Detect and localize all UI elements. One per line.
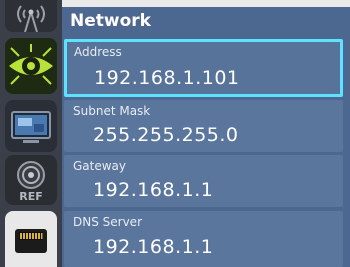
sidebar-item-network[interactable] xyxy=(5,211,57,267)
address-label: Address xyxy=(74,45,122,59)
address-value: 192.168.1.101 xyxy=(94,67,240,89)
antenna-icon xyxy=(17,5,45,32)
sidebar-item-antenna[interactable] xyxy=(5,0,57,32)
gateway-value: 192.168.1.1 xyxy=(93,179,214,201)
subnet-mask-label: Subnet Mask xyxy=(73,104,151,118)
subnet-mask-value: 255.255.255.0 xyxy=(93,124,239,146)
subnet-mask-field[interactable]: Subnet Mask 255.255.255.0 xyxy=(64,100,343,152)
ref-sensor-icon: REF xyxy=(17,161,45,203)
sidebar-item-display[interactable] xyxy=(5,100,57,152)
gateway-label: Gateway xyxy=(73,159,127,173)
sidebar-item-ref[interactable]: REF xyxy=(5,155,57,205)
display-icon xyxy=(11,111,51,143)
gateway-field[interactable]: Gateway 192.168.1.1 xyxy=(64,155,343,207)
ethernet-icon xyxy=(15,229,47,253)
ref-label: REF xyxy=(19,190,43,203)
sidebar-item-eye[interactable] xyxy=(5,38,57,94)
dns-server-field[interactable]: DNS Server 192.168.1.1 xyxy=(64,211,343,267)
address-field[interactable]: Address 192.168.1.101 xyxy=(64,39,343,97)
dns-server-value: 192.168.1.1 xyxy=(93,236,214,258)
network-panel: Network Address 192.168.1.101 Subnet Mas… xyxy=(62,7,350,267)
sidebar: REF xyxy=(0,0,62,267)
page-title: Network xyxy=(70,11,151,31)
dns-server-label: DNS Server xyxy=(73,215,142,229)
eye-icon xyxy=(9,44,53,85)
